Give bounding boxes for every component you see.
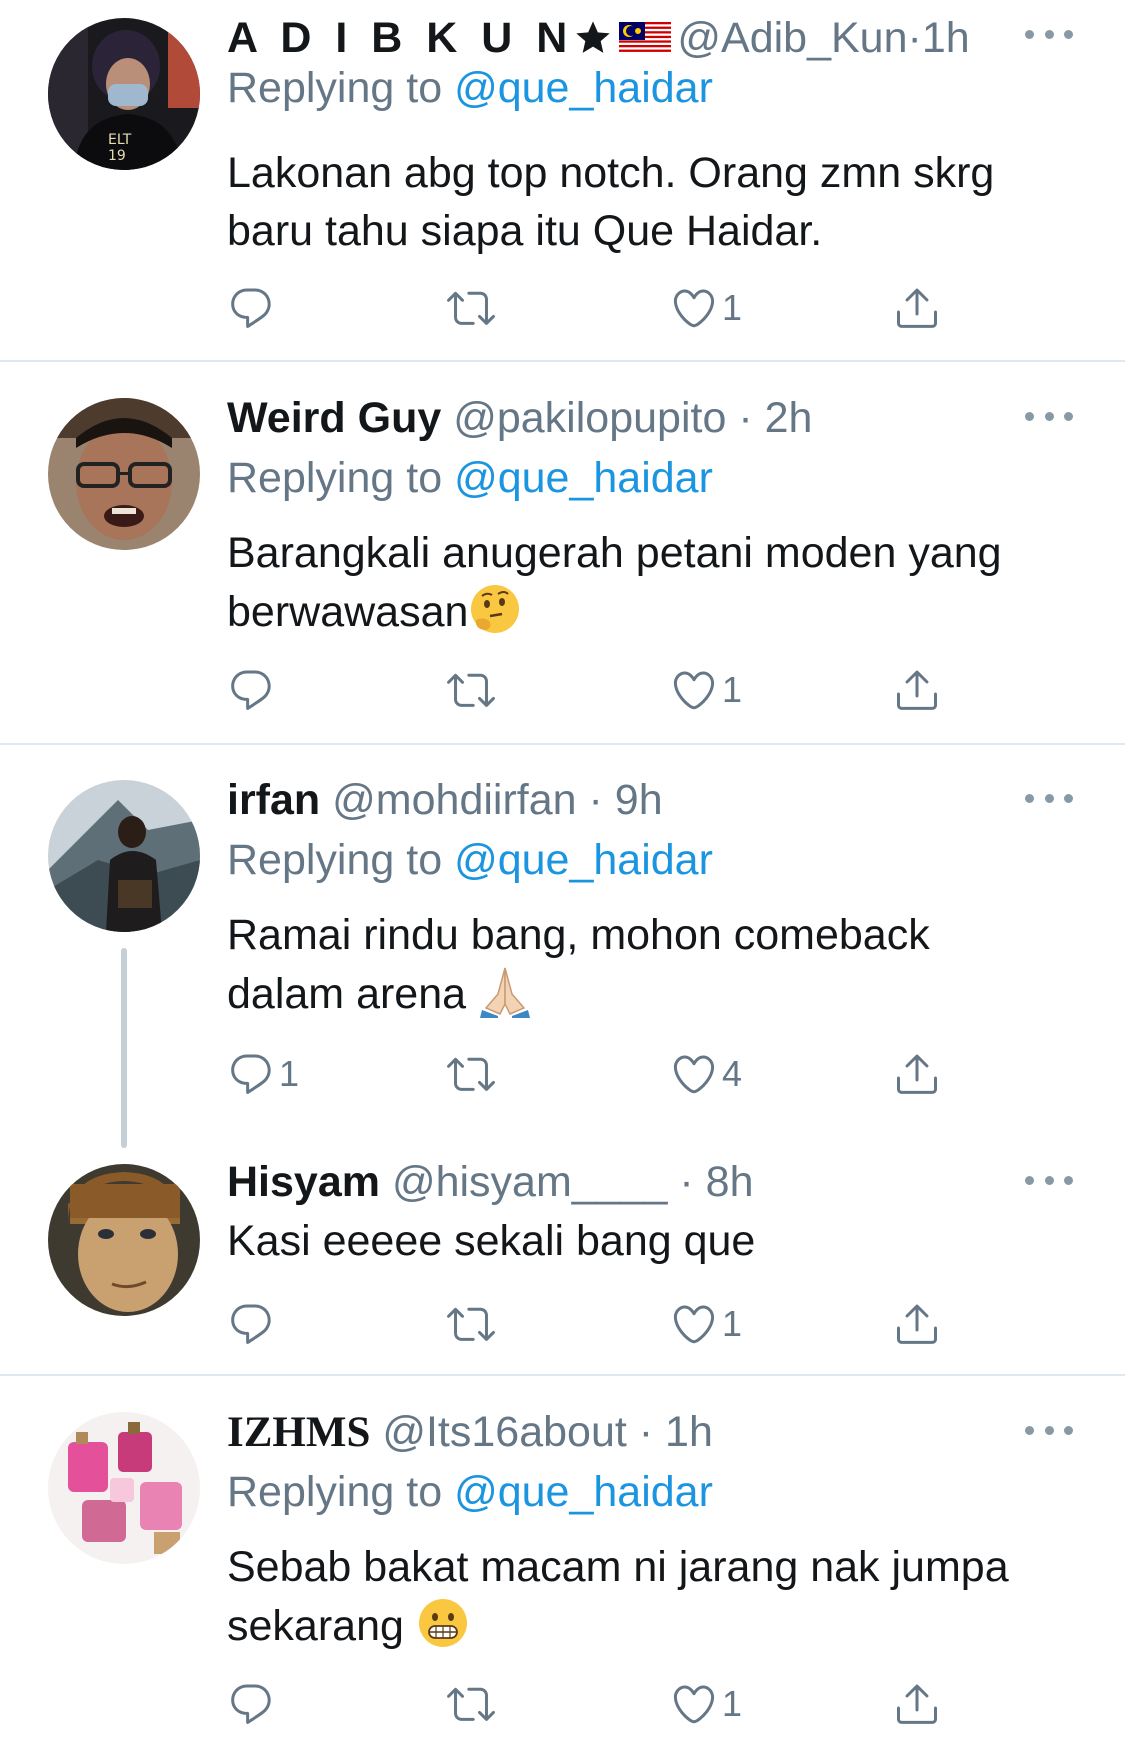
retweet-icon	[447, 1680, 495, 1728]
reply-button[interactable]	[227, 1676, 279, 1732]
display-name[interactable]: Weird Guy	[227, 394, 441, 442]
share-icon	[893, 1050, 941, 1098]
handle[interactable]: @hisyam____	[392, 1158, 668, 1206]
heart-icon	[670, 284, 718, 332]
reply-button[interactable]	[227, 1296, 279, 1352]
heart-icon	[670, 666, 718, 714]
reply-button[interactable]	[227, 280, 279, 336]
avatar[interactable]	[48, 780, 200, 932]
tweet-header: Weird Guy @pakilopupito · 2h	[227, 394, 813, 442]
tweet-text: Barangkali anugerah petani moden yang be…	[227, 529, 1002, 636]
reply-icon	[227, 1050, 275, 1098]
action-bar: 1 4	[227, 1046, 957, 1102]
heart-icon	[670, 1300, 718, 1348]
like-button[interactable]: 1	[670, 280, 742, 336]
retweet-icon	[447, 1300, 495, 1348]
more-options-icon[interactable]	[1025, 1418, 1073, 1442]
reply-icon	[227, 666, 275, 714]
share-icon	[893, 284, 941, 332]
share-icon	[893, 1300, 941, 1348]
display-name[interactable]: A D I B K U N	[227, 14, 573, 62]
retweet-button[interactable]	[447, 280, 495, 336]
avatar[interactable]	[48, 398, 200, 550]
timestamp[interactable]: 1h	[665, 1408, 713, 1456]
more-options-icon[interactable]	[1025, 1168, 1073, 1192]
retweet-icon	[447, 666, 495, 714]
retweet-icon	[447, 1050, 495, 1098]
action-bar: 1	[227, 280, 957, 336]
heart-icon	[670, 1680, 718, 1728]
replying-to: Replying to @que_haidar	[227, 64, 713, 112]
mention-link[interactable]: @que_haidar	[454, 1468, 713, 1516]
tweet-header: irfan @mohdiirfan · 9h	[227, 776, 663, 824]
grimacing-face-emoji-icon	[418, 1599, 467, 1647]
tweet-text: Sebab bakat macam ni jarang nak jumpa se…	[227, 1543, 1009, 1650]
like-button[interactable]: 1	[670, 1676, 742, 1732]
action-bar: 1	[227, 662, 957, 718]
folded-hands-emoji-icon	[480, 967, 530, 1018]
handle[interactable]: @pakilopupito	[453, 394, 726, 442]
share-button[interactable]	[893, 280, 941, 336]
display-name[interactable]: IZHMS	[227, 1409, 370, 1456]
tweet-header: Hisyam @hisyam____ · 8h	[227, 1158, 754, 1206]
action-bar: 1	[227, 1676, 957, 1732]
retweet-button[interactable]	[447, 1046, 495, 1102]
like-button[interactable]: 1	[670, 1296, 742, 1352]
reply-icon	[227, 284, 275, 332]
reply-icon	[227, 1300, 275, 1348]
divider	[0, 743, 1125, 745]
thinking-face-emoji-icon	[471, 585, 520, 633]
mention-link[interactable]: @que_haidar	[454, 64, 713, 112]
retweet-button[interactable]	[447, 1676, 495, 1732]
share-button[interactable]	[893, 1046, 941, 1102]
avatar[interactable]: ELT 19	[48, 18, 200, 170]
heart-icon	[670, 1050, 718, 1098]
handle[interactable]: @Its16about	[382, 1408, 626, 1456]
handle[interactable]: @mohdiirfan	[332, 776, 576, 824]
avatar[interactable]	[48, 1412, 200, 1564]
reply-button[interactable]: 1	[227, 1046, 299, 1102]
retweet-icon	[447, 284, 495, 332]
tweet-text: Ramai rindu bang, mohon comeback dalam a…	[227, 911, 930, 1018]
star-icon	[576, 21, 611, 53]
divider	[0, 1374, 1125, 1376]
mention-link[interactable]: @que_haidar	[454, 454, 713, 502]
like-button[interactable]: 4	[670, 1046, 742, 1102]
display-name[interactable]: Hisyam	[227, 1158, 380, 1206]
timestamp[interactable]: 9h	[615, 776, 663, 824]
action-bar: 1	[227, 1296, 957, 1352]
tweet-text: Kasi eeeee sekali bang que	[227, 1217, 756, 1265]
avatar[interactable]	[48, 1164, 200, 1316]
retweet-button[interactable]	[447, 1296, 495, 1352]
reply-icon	[227, 1680, 275, 1728]
timestamp[interactable]: 8h	[706, 1158, 754, 1206]
reply-button[interactable]	[227, 662, 279, 718]
thread-connector	[121, 948, 127, 1148]
malaysia-flag-icon	[619, 22, 672, 54]
mention-link[interactable]: @que_haidar	[454, 836, 713, 884]
share-button[interactable]	[893, 662, 941, 718]
tweet-text: Lakonan abg top notch. Orang zmn skrg ba…	[227, 149, 995, 255]
retweet-button[interactable]	[447, 662, 495, 718]
tweet-header: IZHMS @Its16about · 1h	[227, 1408, 713, 1456]
replying-to: Replying to @que_haidar	[227, 454, 713, 502]
share-button[interactable]	[893, 1676, 941, 1732]
tweet-header: A D I B K U N @Adib_Kun·1h	[227, 14, 970, 62]
more-options-icon[interactable]	[1025, 404, 1073, 428]
replying-to: Replying to @que_haidar	[227, 1468, 713, 1516]
svg-text:19: 19	[108, 148, 126, 164]
divider	[0, 360, 1125, 362]
handle[interactable]: @Adib_Kun	[677, 14, 907, 62]
more-options-icon[interactable]	[1025, 22, 1073, 46]
share-icon	[893, 666, 941, 714]
more-options-icon[interactable]	[1025, 786, 1073, 810]
like-button[interactable]: 1	[670, 662, 742, 718]
display-name[interactable]: irfan	[227, 776, 320, 824]
svg-text:ELT: ELT	[108, 132, 132, 148]
share-button[interactable]	[893, 1296, 941, 1352]
timestamp[interactable]: 2h	[765, 394, 813, 442]
share-icon	[893, 1680, 941, 1728]
replying-to: Replying to @que_haidar	[227, 836, 713, 884]
timestamp[interactable]: 1h	[922, 14, 970, 62]
